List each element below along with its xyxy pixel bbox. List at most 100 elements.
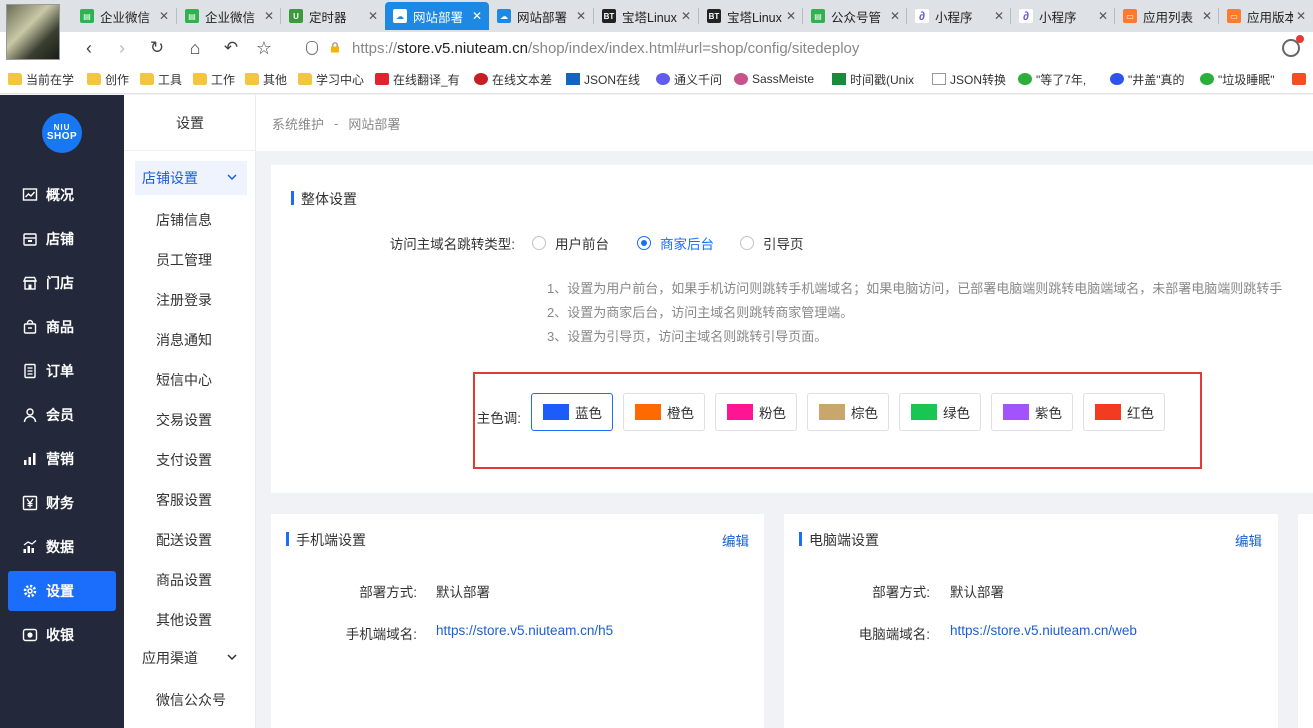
subnav-item-other[interactable]: 其他设置 bbox=[156, 610, 212, 630]
mobile-domain-link[interactable]: https://store.v5.niuteam.cn/h5 bbox=[436, 623, 613, 638]
close-icon[interactable]: ✕ bbox=[156, 9, 172, 23]
menu-item-shop[interactable]: 门店 bbox=[8, 263, 116, 303]
color-option-red[interactable]: 红色 bbox=[1083, 393, 1165, 431]
profile-avatar[interactable] bbox=[6, 4, 60, 60]
tab-title: 定时器 bbox=[309, 10, 347, 25]
close-icon[interactable]: ✕ bbox=[678, 9, 694, 23]
close-icon[interactable]: ✕ bbox=[469, 9, 485, 23]
subnav-item-payment[interactable]: 支付设置 bbox=[156, 450, 212, 470]
menu-item-finance[interactable]: 财务 bbox=[8, 483, 116, 523]
subnav-item-staff[interactable]: 员工管理 bbox=[156, 250, 212, 270]
color-option-purple[interactable]: 紫色 bbox=[991, 393, 1073, 431]
bookmark-link[interactable]: JSON在线 bbox=[566, 70, 640, 88]
mobile-domain-label: 手机端域名: bbox=[345, 627, 417, 642]
subnav-group-store-settings[interactable]: 店铺设置 bbox=[135, 161, 247, 195]
radio-user-front[interactable]: 用户前台 bbox=[532, 233, 609, 253]
menu-item-goods[interactable]: 商品 bbox=[8, 307, 116, 347]
browser-tab-active[interactable]: ☁ 网站部署 ✕ bbox=[385, 2, 489, 30]
theme-color-label: 主色调: bbox=[476, 411, 521, 426]
subnav-group-channels[interactable]: 应用渠道 bbox=[135, 641, 247, 675]
browser-tab[interactable]: ▤ 企业微信 ✕ bbox=[72, 2, 176, 30]
color-option-blue[interactable]: 蓝色 bbox=[531, 393, 613, 431]
bookmark-folder[interactable]: 学习中心 bbox=[298, 70, 364, 88]
subnav-item-service[interactable]: 客服设置 bbox=[156, 490, 212, 510]
close-icon[interactable]: ✕ bbox=[261, 9, 277, 23]
close-icon[interactable]: ✕ bbox=[991, 9, 1007, 23]
subnav-item-notification[interactable]: 消息通知 bbox=[156, 330, 212, 350]
subnav-item-store-info[interactable]: 店铺信息 bbox=[156, 210, 212, 230]
color-option-pink[interactable]: 粉色 bbox=[715, 393, 797, 431]
browser-tab[interactable]: ▭ 应用列表 ✕ bbox=[1115, 2, 1219, 30]
doc-icon: ▤ bbox=[811, 9, 825, 23]
close-icon[interactable]: ✕ bbox=[1293, 9, 1309, 23]
back-icon[interactable]: ‹ bbox=[78, 37, 100, 59]
bookmark-link[interactable]: "井盖"真的 bbox=[1110, 70, 1185, 88]
extension-icon[interactable] bbox=[1282, 35, 1304, 57]
menu-item-marketing[interactable]: 营销 bbox=[8, 439, 116, 479]
home-icon[interactable]: ⌂ bbox=[184, 37, 206, 59]
subnav-item-delivery[interactable]: 配送设置 bbox=[156, 530, 212, 550]
undo-icon[interactable]: ↶ bbox=[220, 37, 242, 59]
menu-item-order[interactable]: 订单 bbox=[8, 351, 116, 391]
browser-tab[interactable]: ▤ 企业微信 ✕ bbox=[177, 2, 281, 30]
bookmark-more[interactable] bbox=[1292, 70, 1310, 88]
reload-icon[interactable]: ↻ bbox=[146, 37, 168, 59]
bookmark-link[interactable]: 通义千问 bbox=[656, 70, 722, 88]
color-option-orange[interactable]: 橙色 bbox=[623, 393, 705, 431]
bookmark-folder[interactable]: 工具 bbox=[140, 70, 182, 88]
browser-tab[interactable]: BT 宝塔Linux ✕ bbox=[594, 2, 698, 30]
data-icon bbox=[22, 539, 38, 555]
address-bar[interactable]: https://store.v5.niuteam.cn/shop/index/i… bbox=[352, 37, 1272, 59]
niushop-logo[interactable]: NIU SHOP bbox=[42, 113, 82, 153]
subnav-item-goods-settings[interactable]: 商品设置 bbox=[156, 570, 212, 590]
bookmark-folder[interactable]: 当前在学 bbox=[8, 70, 74, 88]
bookmark-folder[interactable]: 工作 bbox=[193, 70, 235, 88]
menu-item-store[interactable]: 店铺 bbox=[8, 219, 116, 259]
radio-guide-page[interactable]: 引导页 bbox=[740, 233, 804, 253]
browser-tab[interactable]: ∂ 小程序 ✕ bbox=[1011, 2, 1115, 30]
color-option-brown[interactable]: 棕色 bbox=[807, 393, 889, 431]
browser-tab[interactable]: BT 宝塔Linux ✕ bbox=[699, 2, 803, 30]
browser-tab[interactable]: U 定时器 ✕ bbox=[281, 2, 385, 30]
pc-domain-link[interactable]: https://store.v5.niuteam.cn/web bbox=[950, 623, 1137, 638]
pc-edit-link[interactable]: 编辑 bbox=[1235, 530, 1262, 550]
close-icon[interactable]: ✕ bbox=[365, 9, 381, 23]
forward-icon[interactable]: › bbox=[111, 37, 133, 59]
bookmark-link[interactable]: 在线文本差 bbox=[474, 70, 552, 88]
close-icon[interactable]: ✕ bbox=[887, 9, 903, 23]
browser-tab[interactable]: ∂ 小程序 ✕ bbox=[907, 2, 1011, 30]
close-icon[interactable]: ✕ bbox=[783, 9, 799, 23]
menu-item-settings[interactable]: 设置 bbox=[8, 571, 116, 611]
bookmark-link[interactable]: 在线翻译_有 bbox=[375, 70, 460, 88]
radio-merchant-admin[interactable]: 商家后台 bbox=[637, 233, 714, 253]
link-icon: ∂ bbox=[915, 9, 929, 23]
menu-item-cashier[interactable]: 收银 bbox=[8, 615, 116, 655]
close-icon[interactable]: ✕ bbox=[1095, 9, 1111, 23]
mobile-edit-link[interactable]: 编辑 bbox=[722, 530, 749, 550]
bookmark-link[interactable]: 时间戳(Unix bbox=[832, 70, 914, 88]
close-icon[interactable]: ✕ bbox=[573, 9, 589, 23]
cloud-icon: ☁ bbox=[393, 9, 407, 23]
browser-tab[interactable]: ▭ 应用版本 ✕ bbox=[1219, 2, 1313, 30]
menu-item-data[interactable]: 数据 bbox=[8, 527, 116, 567]
bookmark-folder[interactable]: 创作 bbox=[87, 70, 129, 88]
color-option-green[interactable]: 绿色 bbox=[899, 393, 981, 431]
browser-tab[interactable]: ▤ 公众号管 ✕ bbox=[803, 2, 907, 30]
star-icon[interactable]: ☆ bbox=[253, 37, 275, 59]
subnav-item-trade[interactable]: 交易设置 bbox=[156, 410, 212, 430]
browser-tab[interactable]: ☁ 网站部署 ✕ bbox=[489, 2, 593, 30]
subnav-item-sms[interactable]: 短信中心 bbox=[156, 370, 212, 390]
bookmark-link[interactable]: "等了7年, bbox=[1018, 70, 1086, 88]
bookmark-link[interactable]: "垃圾睡眠" bbox=[1200, 70, 1275, 88]
shield-icon[interactable] bbox=[306, 41, 318, 55]
bookmark-folder[interactable]: 其他 bbox=[245, 70, 287, 88]
subnav-item-wechat-mp[interactable]: 微信公众号 bbox=[156, 690, 226, 710]
bookmark-link[interactable]: SassMeiste bbox=[734, 70, 814, 88]
subnav-item-register-login[interactable]: 注册登录 bbox=[156, 290, 212, 310]
close-icon[interactable]: ✕ bbox=[1199, 9, 1215, 23]
menu-item-overview[interactable]: 概况 bbox=[8, 175, 116, 215]
bookmark-link[interactable]: JSON转换 bbox=[932, 70, 1006, 88]
menu-item-member[interactable]: 会员 bbox=[8, 395, 116, 435]
url-host: store.v5.niuteam.cn bbox=[397, 39, 528, 57]
breadcrumb-parent[interactable]: 系统维护 bbox=[272, 114, 324, 133]
